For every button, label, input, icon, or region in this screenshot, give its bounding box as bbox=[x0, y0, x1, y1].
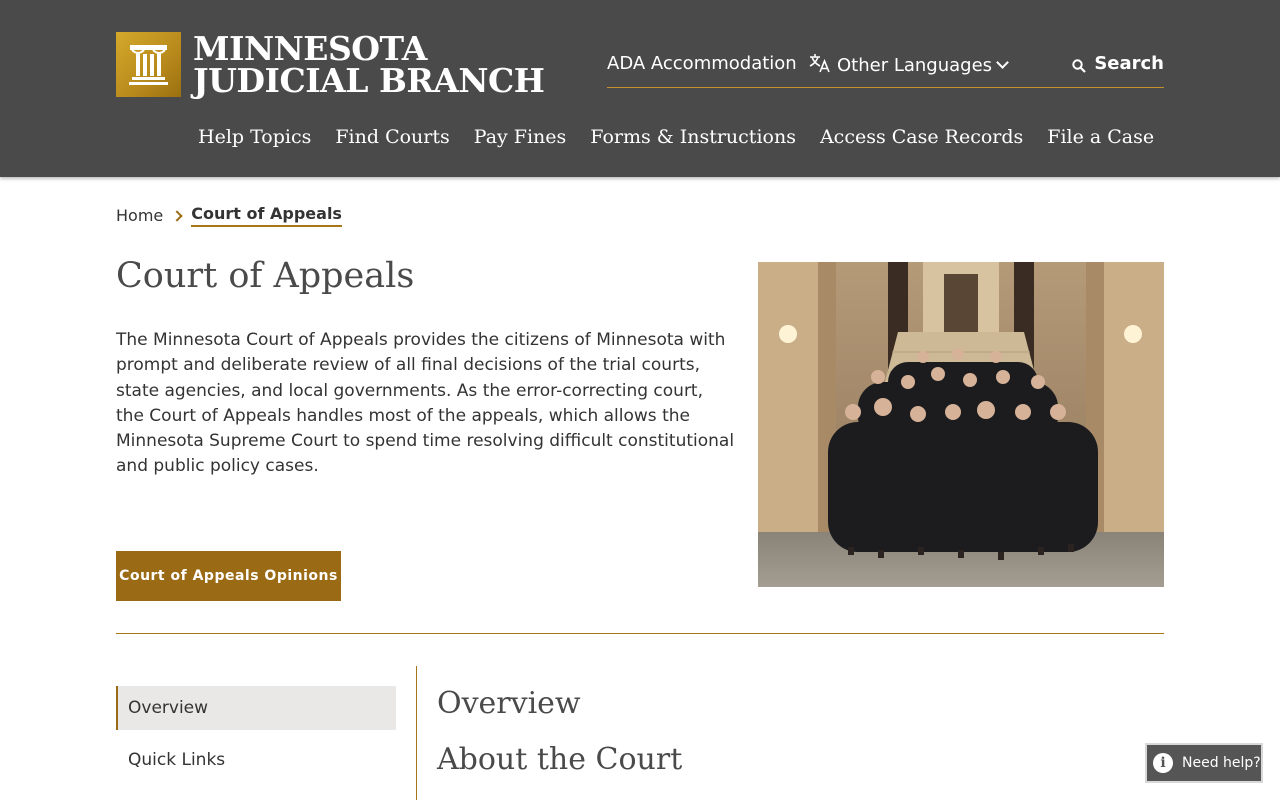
intro-paragraph: The Minnesota Court of Appeals provides … bbox=[116, 330, 735, 477]
need-help-button[interactable]: i Need help? bbox=[1145, 743, 1263, 783]
need-help-label: Need help? bbox=[1182, 755, 1261, 771]
breadcrumb-home[interactable]: Home bbox=[116, 206, 163, 225]
other-languages-label: Other Languages bbox=[837, 54, 993, 76]
utility-nav: ADA Accommodation Other Languages Search bbox=[607, 50, 1164, 88]
breadcrumb: Home Court of Appeals bbox=[116, 204, 342, 227]
nav-access-case-records[interactable]: Access Case Records bbox=[820, 126, 1023, 148]
site-header: MINNESOTA JUDICIAL BRANCH ADA Accommodat… bbox=[0, 0, 1280, 177]
main-nav: Help Topics Find Courts Pay Fines Forms … bbox=[198, 126, 1178, 148]
search-icon bbox=[1072, 57, 1087, 73]
side-nav-quick-links[interactable]: Quick Links bbox=[116, 738, 396, 782]
search-button[interactable]: Search bbox=[1072, 53, 1164, 74]
chevron-right-icon bbox=[171, 209, 183, 222]
translate-icon bbox=[809, 53, 831, 77]
section-divider bbox=[116, 633, 1164, 634]
logo-line-1: MINNESOTA bbox=[193, 28, 427, 68]
logo-line-2: JUDICIAL BRANCH bbox=[193, 60, 545, 100]
page-title: Court of Appeals bbox=[116, 256, 415, 296]
content-divider bbox=[416, 666, 417, 800]
nav-find-courts[interactable]: Find Courts bbox=[335, 126, 449, 148]
judges-group-photo bbox=[758, 262, 1164, 587]
side-nav-overview[interactable]: Overview bbox=[116, 686, 396, 730]
other-languages-dropdown[interactable]: Other Languages bbox=[809, 53, 1009, 77]
breadcrumb-current: Court of Appeals bbox=[191, 204, 342, 227]
nav-file-a-case[interactable]: File a Case bbox=[1047, 126, 1154, 148]
nav-help-topics[interactable]: Help Topics bbox=[198, 126, 311, 148]
pillar-logo-icon bbox=[116, 32, 181, 97]
side-nav: Overview Quick Links bbox=[116, 686, 396, 782]
chevron-down-icon bbox=[996, 55, 1009, 69]
overview-heading: Overview bbox=[437, 686, 581, 721]
nav-forms-instructions[interactable]: Forms & Instructions bbox=[590, 126, 796, 148]
court-of-appeals-opinions-button[interactable]: Court of Appeals Opinions bbox=[116, 551, 341, 601]
ada-accommodation-link[interactable]: ADA Accommodation bbox=[607, 53, 797, 74]
nav-pay-fines[interactable]: Pay Fines bbox=[474, 126, 567, 148]
logo-wordmark: MINNESOTA JUDICIAL BRANCH bbox=[193, 28, 545, 100]
search-label: Search bbox=[1094, 53, 1164, 74]
about-the-court-heading: About the Court bbox=[437, 742, 683, 777]
site-logo[interactable]: MINNESOTA JUDICIAL BRANCH bbox=[116, 28, 545, 100]
info-icon: i bbox=[1153, 753, 1173, 773]
